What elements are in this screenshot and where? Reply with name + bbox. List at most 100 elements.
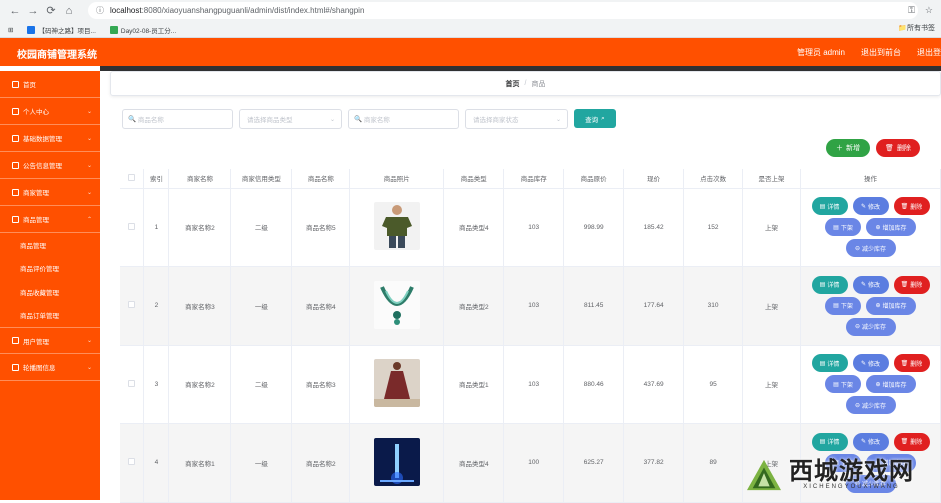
breadcrumb-home[interactable]: 首页: [506, 79, 520, 89]
trash-icon: 🗑: [900, 282, 909, 289]
unshelf-button[interactable]: ▤ 下架: [825, 375, 861, 394]
edit-icon: ✎: [860, 282, 866, 289]
add-stock-button[interactable]: ⊕ 增加库存: [866, 296, 916, 315]
add-stock-button[interactable]: ⊕ 增加库存: [866, 375, 916, 394]
back-to-front-link[interactable]: 退出到前台: [861, 47, 901, 58]
cell-type: 商品类型1: [443, 345, 505, 424]
column-header: 商品原价: [563, 169, 625, 189]
key-icon[interactable]: ⚿: [908, 5, 915, 16]
browser-chrome: ← → ⟳ ⌂ ⓘ localhost:8080/xiaoyuanshangpu…: [0, 0, 941, 38]
info-icon[interactable]: ⓘ: [96, 5, 104, 16]
breadcrumb-current: 商品: [531, 80, 546, 88]
sidebar-item-goods[interactable]: 商品管理 ⌃: [0, 206, 100, 233]
ops-cell: ▤ 详情 ✎ 修改 🗑 删除 ▤ 下架 ⊕ 增加库存 ⊖ 减少库存: [800, 188, 941, 267]
chevron-down-icon: ⌄: [86, 108, 92, 115]
row-checkbox[interactable]: [128, 222, 136, 230]
cell-orig: 625.27: [563, 423, 625, 503]
download-icon: ▤: [833, 224, 839, 231]
cell-price: 437.69: [623, 345, 685, 424]
goods-type-select[interactable]: 请选择商品类型 ⌄: [239, 109, 342, 129]
edit-button[interactable]: ✎ 修改: [852, 354, 889, 373]
sidebar-item-basic-data[interactable]: 基础数据管理 ⌄: [0, 125, 100, 152]
cell-clicks: 95: [683, 345, 744, 424]
sidebar-sub-goods[interactable]: 商品管理: [0, 233, 100, 257]
minus-circle-icon: ⊖: [854, 324, 860, 331]
chevron-down-icon: ⌄: [555, 116, 561, 123]
cell-shop: 商家名称2: [168, 188, 232, 267]
forward-icon[interactable]: →: [24, 2, 42, 20]
cell-type: 商品类型2: [443, 266, 505, 346]
detail-button[interactable]: ▤ 详情: [811, 275, 848, 294]
logout-link[interactable]: 退出登: [917, 47, 941, 58]
cell-orig: 998.99: [563, 188, 625, 267]
reduce-stock-button[interactable]: ⊖ 减少库存: [845, 317, 896, 336]
column-header: 现价: [623, 169, 685, 189]
watermark: 西城游戏网 XICHENGYOUXIWANG: [745, 454, 935, 496]
sidebar-item-home[interactable]: 首页: [0, 71, 100, 98]
photo-cell: [349, 188, 445, 267]
row-checkbox[interactable]: [128, 301, 136, 309]
trash-icon: 🗑: [900, 360, 909, 367]
unshelf-button[interactable]: ▤ 下架: [825, 218, 861, 237]
row-checkbox[interactable]: [128, 379, 136, 387]
sidebar-sub-goods-fav[interactable]: 商品收藏管理: [0, 280, 100, 304]
plus-circle-icon: ⊕: [875, 224, 881, 231]
cell-stock: 100: [503, 423, 565, 503]
delete-button[interactable]: 🗑 删除: [893, 275, 930, 294]
column-header: 操作: [800, 169, 941, 189]
reduce-stock-button[interactable]: ⊖ 减少库存: [845, 396, 896, 415]
cell-type: 商品类型4: [443, 423, 505, 503]
add-button[interactable]: ＋新增: [826, 139, 870, 157]
edit-button[interactable]: ✎ 修改: [852, 275, 889, 294]
sidebar-item-notice[interactable]: 公告信息管理 ⌄: [0, 152, 100, 179]
star-icon[interactable]: ☆: [925, 5, 933, 16]
delete-button[interactable]: 🗑 删除: [893, 197, 930, 216]
cell-index: 2: [143, 266, 170, 346]
add-stock-button[interactable]: ⊕ 增加库存: [866, 218, 916, 237]
bookmark-item[interactable]: Day02-08-员工分...: [109, 25, 176, 35]
sidebar: 首页 个人中心 ⌄ 基础数据管理 ⌄ 公告信息管理 ⌄ 商家管理 ⌄ 商品管理 ⌃ 商品管…: [0, 71, 100, 500]
select-all-checkbox[interactable]: [128, 173, 136, 181]
detail-button[interactable]: ▤ 详情: [811, 197, 848, 216]
cell-price: 177.64: [623, 266, 685, 346]
edit-icon: ✎: [860, 439, 866, 446]
all-bookmarks[interactable]: 📁所有书签: [898, 23, 935, 33]
bulk-delete-button[interactable]: 🗑 删除: [876, 139, 920, 157]
goods-name-input[interactable]: 🔍 商品名称: [122, 109, 233, 129]
column-header: 商家信用类型: [230, 169, 293, 189]
detail-button[interactable]: ▤ 详情: [811, 354, 848, 373]
sidebar-sub-goods-order[interactable]: 商品订单管理: [0, 304, 100, 328]
table-row: 1 商家名称2 二级 商品名称5 商品类型4 103 998.99 185.42 152 上架 ▤ 详…: [120, 188, 941, 267]
bookmark-item[interactable]: 【码神之路】项目...: [27, 25, 96, 35]
home-icon[interactable]: ⌂: [60, 2, 78, 20]
bookmark-favicon-icon: [109, 25, 118, 34]
sidebar-item-users[interactable]: 用户管理 ⌄: [0, 327, 100, 354]
apps-icon[interactable]: ⊞: [8, 26, 13, 34]
sidebar-item-shop[interactable]: 商家管理 ⌄: [0, 179, 100, 206]
edit-button[interactable]: ✎ 修改: [852, 432, 889, 451]
sidebar-item-carousel[interactable]: 轮播图信息 ⌄: [0, 354, 100, 381]
main-content: 首页 / 商品 🔍 商品名称 请选择商品类型 ⌄ 🔍 商家名称 请选择商家状态 ⌄ 查询…: [100, 71, 941, 503]
shop-name-input[interactable]: 🔍 商家名称: [348, 109, 459, 129]
search-button[interactable]: 查询 ⌕: [574, 109, 616, 128]
delete-button[interactable]: 🗑 删除: [893, 354, 930, 373]
reduce-stock-button[interactable]: ⊖ 减少库存: [845, 239, 896, 258]
row-select-cell: [120, 345, 145, 424]
chevron-down-icon: ⌄: [86, 364, 92, 371]
shop-status-select[interactable]: 请选择商家状态 ⌄: [465, 109, 568, 129]
ops-cell: ▤ 详情 ✎ 修改 🗑 删除 ▤ 下架 ⊕ 增加库存 ⊖ 减少库存: [800, 345, 941, 424]
edit-button[interactable]: ✎ 修改: [852, 197, 889, 216]
row-select-cell: [120, 423, 145, 503]
delete-button[interactable]: 🗑 删除: [893, 432, 930, 451]
address-bar[interactable]: ⓘ localhost:8080/xiaoyuanshangpuguanli/a…: [88, 2, 918, 19]
sidebar-item-profile[interactable]: 个人中心 ⌄: [0, 98, 100, 125]
back-icon[interactable]: ←: [6, 2, 24, 20]
sidebar-sub-goods-review[interactable]: 商品评价管理: [0, 257, 100, 281]
column-header: 商品照片: [349, 169, 445, 189]
reload-icon[interactable]: ⟳: [42, 2, 60, 20]
detail-icon: ▤: [819, 203, 826, 210]
unshelf-button[interactable]: ▤ 下架: [825, 296, 861, 315]
detail-button[interactable]: ▤ 详情: [811, 432, 848, 451]
row-checkbox[interactable]: [128, 458, 136, 466]
chevron-down-icon: ⌄: [86, 162, 92, 169]
